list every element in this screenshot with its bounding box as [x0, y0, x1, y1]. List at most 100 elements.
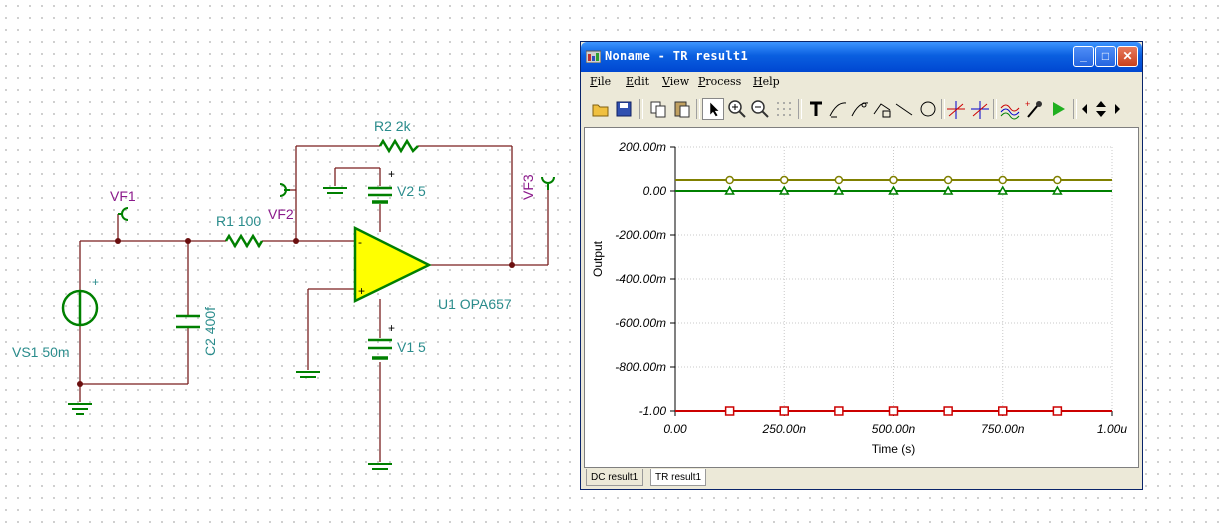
x-tick-label: 750.00n [981, 422, 1025, 436]
text-icon[interactable] [805, 98, 827, 120]
menu-process[interactable]: Process [698, 75, 741, 88]
zoom-in-icon[interactable] [726, 98, 748, 120]
ground-symbol-input [296, 371, 320, 378]
vs1-plus-symbol: + [92, 275, 99, 289]
chart-series [675, 175, 1112, 416]
tr-result-window[interactable]: Noname - TR result1 _ □ ✕ File Edit View… [580, 41, 1143, 490]
data-point [725, 175, 734, 185]
title-bar[interactable]: Noname - TR result1 _ □ ✕ [581, 42, 1142, 72]
y-tick-label: -800.00m [615, 360, 666, 374]
data-point [998, 175, 1007, 185]
label-r2: R2 2k [374, 118, 412, 134]
menu-file[interactable]: File [590, 75, 611, 88]
menu-help[interactable]: Help [753, 75, 780, 88]
svg-text:+: + [1025, 99, 1030, 109]
x-tick-label: 250.00n [762, 422, 807, 436]
y-tick-label: 200.00m [618, 140, 666, 154]
resistor-r2[interactable] [378, 138, 419, 154]
opamp-plus-symbol: + [358, 284, 365, 298]
plot-area[interactable]: 200.00m 0.00 -200.00m -400.00m -600.00m -800.… [584, 127, 1139, 468]
label-vf1: VF1 [110, 188, 136, 204]
data-point [888, 185, 899, 195]
data-point [943, 406, 953, 416]
x-tick-label: 1.00u [1097, 422, 1127, 436]
data-point [888, 406, 899, 416]
opamp-u1[interactable] [353, 225, 432, 303]
grid-icon[interactable] [773, 98, 795, 120]
chart-axes [670, 146, 1113, 416]
close-button[interactable]: ✕ [1117, 46, 1138, 67]
label-c2: C2 400f [202, 307, 218, 356]
zoom-out-icon[interactable] [749, 98, 771, 120]
data-point [834, 175, 844, 185]
pointer-icon[interactable] [702, 98, 724, 120]
menu-edit[interactable]: Edit [626, 75, 649, 88]
data-point [997, 185, 1009, 195]
resistor-r1[interactable] [224, 233, 264, 249]
data-point [780, 175, 789, 185]
menu-bar: File Edit View Process Help [581, 72, 1142, 92]
label-v2: V2 5 [397, 183, 426, 199]
paste-icon[interactable] [671, 98, 693, 120]
y-axis-label: Output [591, 240, 605, 277]
ellipse-icon[interactable] [917, 98, 939, 120]
minimize-button[interactable]: _ [1073, 46, 1094, 67]
data-point [889, 175, 898, 185]
data-point [1052, 406, 1063, 416]
ground-symbol-vs1 [68, 403, 92, 415]
scroll-updown-icon[interactable] [1092, 98, 1110, 120]
result-tabs: DC result1 TR result1 [584, 469, 1139, 487]
label-vs1: VS1 50m [12, 344, 70, 360]
app-icon [586, 50, 601, 63]
v1-plus-symbol: + [388, 321, 395, 335]
scroll-left-icon[interactable] [1079, 98, 1091, 120]
data-point [833, 185, 845, 195]
capacitor-c2[interactable] [176, 314, 200, 329]
y-tick-label: -200.00m [615, 228, 666, 242]
schematic-canvas[interactable]: + + + - + VS1 50m C2 400f R1 100 R2 2k V… [0, 0, 580, 525]
copy-icon[interactable] [647, 98, 669, 120]
data-point [942, 185, 954, 195]
junction-dots [77, 238, 515, 387]
tab-dc-result1[interactable]: DC result1 [586, 469, 644, 486]
data-point [1052, 185, 1063, 195]
open-icon[interactable] [590, 98, 612, 120]
probe-vf2[interactable] [279, 183, 290, 197]
probe-vf3[interactable] [541, 176, 555, 190]
y-tick-label: -1.00 [639, 404, 667, 418]
battery-v2[interactable] [368, 186, 392, 204]
menu-view[interactable]: View [662, 75, 689, 88]
data-point [1053, 175, 1062, 185]
output-chart[interactable]: 200.00m 0.00 -200.00m -400.00m -600.00m -800.… [585, 128, 1138, 467]
wave-icon[interactable] [999, 98, 1021, 120]
v2-plus-symbol: + [388, 167, 395, 181]
battery-v1[interactable] [368, 338, 392, 360]
run-icon[interactable] [1047, 98, 1069, 120]
data-point [943, 175, 953, 185]
data-point [834, 406, 844, 416]
data-point [778, 185, 790, 195]
cursor-a-icon[interactable] [945, 98, 967, 120]
line-icon[interactable] [893, 98, 915, 120]
ground-symbol-v1 [368, 463, 392, 470]
data-point [724, 406, 735, 416]
probe-icon[interactable]: + [1023, 98, 1045, 120]
x-tick-label: 0.00 [663, 422, 687, 436]
curve-a-icon[interactable] [827, 98, 849, 120]
opamp-minus-symbol: - [358, 235, 362, 249]
tab-tr-result1[interactable]: TR result1 [650, 469, 707, 486]
save-icon[interactable] [613, 98, 635, 120]
x-axis-label: Time (s) [872, 442, 916, 456]
data-point [998, 406, 1008, 416]
curve-c-icon[interactable] [871, 98, 893, 120]
data-point [779, 406, 789, 416]
cursor-b-icon[interactable] [969, 98, 991, 120]
voltage-source-vs1[interactable] [61, 289, 99, 327]
y-tick-label: -600.00m [615, 316, 666, 330]
label-r1: R1 100 [216, 213, 261, 229]
maximize-button[interactable]: □ [1095, 46, 1116, 67]
probe-vf1[interactable] [118, 207, 129, 221]
curve-b-icon[interactable] [849, 98, 871, 120]
scroll-right-icon[interactable] [1111, 98, 1123, 120]
y-tick-label: -400.00m [615, 272, 666, 286]
